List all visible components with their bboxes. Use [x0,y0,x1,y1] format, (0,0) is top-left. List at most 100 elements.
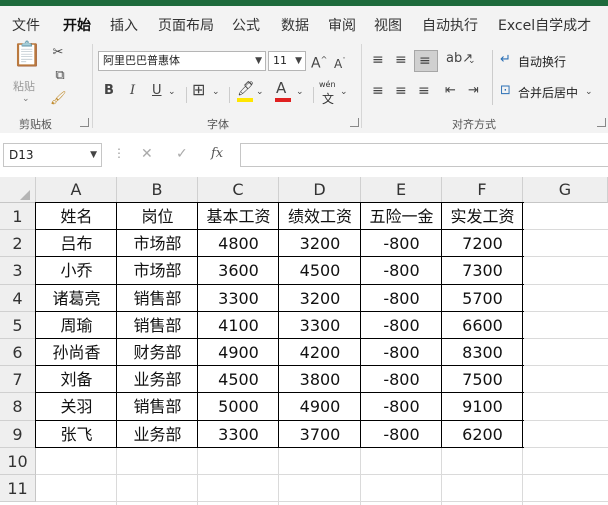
table-cell[interactable]: 5000 [198,393,279,420]
font-color-dropdown-icon[interactable]: ⌄ [296,84,304,100]
table-cell[interactable]: 关羽 [36,393,117,420]
font-size-select[interactable]: 11 ▼ [268,51,306,71]
table-cell[interactable]: 6600 [442,312,523,339]
table-cell[interactable]: -800 [361,339,442,366]
paste-icon[interactable]: 📋 [12,42,42,74]
column-header-f[interactable]: F [442,177,523,203]
column-header-d[interactable]: D [279,177,361,203]
name-box[interactable]: D13 ▼ [3,143,102,167]
table-cell[interactable]: 财务部 [117,339,198,366]
underline-icon[interactable]: U [152,83,162,99]
borders-icon[interactable]: ⊞ [192,82,205,98]
table-cell[interactable]: 7500 [442,366,523,393]
table-cell[interactable]: 吕布 [36,230,117,257]
formula-input[interactable] [240,143,608,167]
table-cell[interactable]: -800 [361,366,442,393]
table-cell[interactable]: 9100 [442,393,523,420]
wrap-text-button[interactable]: 自动换行 [518,53,566,70]
table-cell[interactable]: 3800 [279,366,361,393]
wrap-text-icon[interactable]: ↵ [500,52,511,68]
paste-dropdown-icon[interactable]: ⌄ [22,91,30,107]
tab-insert[interactable]: 插入 [110,15,138,35]
header-cell[interactable]: 岗位 [117,203,198,230]
bold-icon[interactable]: B [104,83,114,99]
header-cell[interactable]: 实发工资 [442,203,523,230]
row-header-6[interactable]: 6 [0,339,36,367]
row-header-4[interactable]: 4 [0,284,36,312]
merge-dropdown-icon[interactable]: ⌄ [585,84,593,100]
align-top-icon[interactable]: ≡ [372,52,384,68]
column-header-a[interactable]: A [36,177,117,203]
table-cell[interactable]: 销售部 [117,393,198,420]
phonetic-guide-top[interactable]: wén [319,80,336,89]
column-header-b[interactable]: B [117,177,198,203]
underline-dropdown-icon[interactable]: ⌄ [168,84,176,100]
copy-icon[interactable]: ⧉ [50,68,70,84]
header-cell[interactable]: 基本工资 [198,203,279,230]
align-bottom-icon[interactable]: ≡ [419,53,431,69]
table-cell[interactable]: 刘备 [36,366,117,393]
tab-automate[interactable]: 自动执行 [422,15,478,35]
header-cell[interactable]: 姓名 [36,203,117,230]
table-cell[interactable]: 业务部 [117,366,198,393]
table-cell[interactable]: 4100 [198,312,279,339]
table-cell[interactable]: 3200 [279,230,361,257]
table-cell[interactable]: 3300 [198,285,279,312]
align-middle-icon[interactable]: ≡ [395,52,407,68]
phonetic-guide-icon[interactable]: 文 [322,90,334,107]
row-header-9[interactable]: 9 [0,420,36,448]
table-cell[interactable]: -800 [361,393,442,420]
table-cell[interactable]: 4200 [279,339,361,366]
tab-page-layout[interactable]: 页面布局 [158,15,214,35]
table-cell[interactable]: 张飞 [36,421,117,448]
table-cell[interactable]: 4500 [198,366,279,393]
table-cell[interactable]: 3300 [279,312,361,339]
table-cell[interactable]: 4800 [198,230,279,257]
align-right-icon[interactable]: ≡ [418,83,430,99]
cancel-icon[interactable]: ✕ [141,146,153,162]
header-cell[interactable]: 绩效工资 [279,203,361,230]
merge-center-icon[interactable]: ⊡ [500,83,511,99]
font-color-icon[interactable]: A [276,80,286,96]
enter-icon[interactable]: ✓ [176,146,188,162]
borders-dropdown-icon[interactable]: ⌄ [212,84,220,100]
table-cell[interactable]: 业务部 [117,421,198,448]
table-cell[interactable]: 诸葛亮 [36,285,117,312]
table-cell[interactable]: -800 [361,421,442,448]
table-cell[interactable]: 市场部 [117,230,198,257]
table-cell[interactable]: 销售部 [117,285,198,312]
decrease-indent-icon[interactable]: ⇤ [445,83,456,99]
font-launcher-icon[interactable] [350,118,359,127]
row-header-8[interactable]: 8 [0,393,36,421]
table-cell[interactable]: 3300 [198,421,279,448]
cut-icon[interactable]: ✂ [50,45,66,61]
tab-data[interactable]: 数据 [281,15,309,35]
table-cell[interactable]: 5700 [442,285,523,312]
table-cell[interactable]: 小乔 [36,257,117,284]
row-header-1[interactable]: 1 [0,203,36,231]
tab-file[interactable]: 文件 [12,15,40,35]
table-cell[interactable]: 4900 [279,393,361,420]
tab-excel-zixue[interactable]: Excel自学成才 [498,15,591,35]
row-header-5[interactable]: 5 [0,311,36,339]
table-cell[interactable]: 孙尚香 [36,339,117,366]
orientation-dropdown-icon[interactable]: ⌄ [468,53,476,69]
row-header-3[interactable]: 3 [0,257,36,285]
insert-function-icon[interactable]: fx [211,146,223,161]
merge-center-button[interactable]: 合并后居中 [518,84,578,101]
table-cell[interactable]: 市场部 [117,257,198,284]
font-name-select[interactable]: 阿里巴巴普惠体 ▼ [98,51,266,71]
column-header-e[interactable]: E [361,177,442,203]
table-cell[interactable]: -800 [361,285,442,312]
column-header-g[interactable]: G [523,177,608,203]
row-header-2[interactable]: 2 [0,230,36,258]
select-all-corner[interactable] [0,177,36,203]
table-cell[interactable]: 3600 [198,257,279,284]
row-header-7[interactable]: 7 [0,366,36,394]
format-painter-icon[interactable]: 🖌 [50,91,67,107]
align-center-icon[interactable]: ≡ [395,83,407,99]
tab-formulas[interactable]: 公式 [232,15,260,35]
table-cell[interactable]: 3700 [279,421,361,448]
tab-review[interactable]: 审阅 [328,15,356,35]
increase-font-size-icon[interactable]: A^ [311,52,327,72]
